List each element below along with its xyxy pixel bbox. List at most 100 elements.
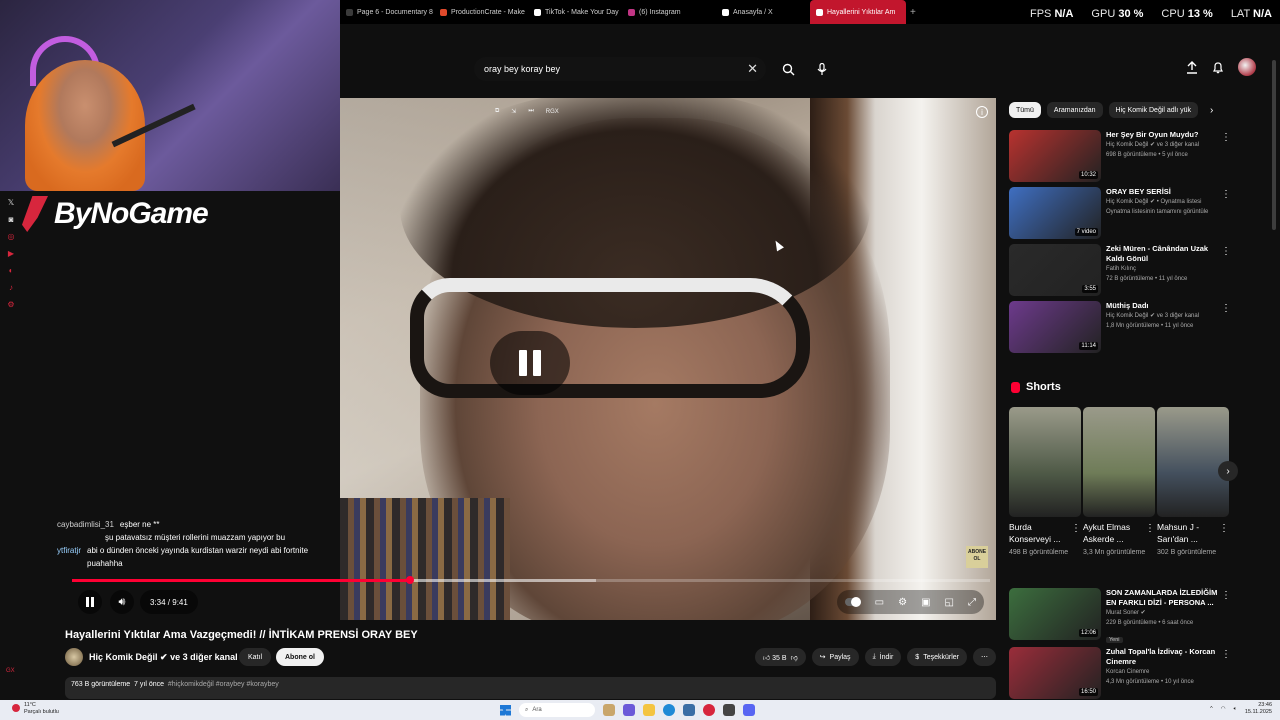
popout-icon[interactable]: ⇲: [511, 108, 516, 115]
filter-chip[interactable]: Tümü: [1009, 102, 1041, 118]
pip-icon[interactable]: ⧉: [495, 108, 499, 115]
video-channel[interactable]: Hiç Komik Değil ✔ ve 3 diğer kanal: [1106, 140, 1218, 150]
share-button[interactable]: ↪ Paylaş: [811, 648, 859, 666]
clear-search-icon[interactable]: ✕: [747, 61, 758, 77]
video-title[interactable]: Her Şey Bir Oyun Muydu?: [1106, 130, 1218, 140]
game-app-icon[interactable]: [723, 704, 735, 716]
video-title[interactable]: Zuhal Topal'la İzdivaç - Korcan Cinemre: [1106, 647, 1218, 667]
taskbar-search[interactable]: ⌕ Ara: [519, 703, 595, 717]
recommended-video[interactable]: 11:14 Müthiş Dadı Hiç Komik Değil ✔ ve 3 d…: [1009, 301, 1231, 353]
video-title[interactable]: ORAY BEY SERİSİ: [1106, 187, 1218, 197]
short-card[interactable]: Aykut Elmas Askerde ... 3,3 Mn görüntülem…: [1083, 407, 1155, 558]
video-player[interactable]: ⧉ ⇲ ⏭ RGX i ABONE OL: [340, 98, 996, 620]
video-channel[interactable]: Murat Soner ✔: [1106, 608, 1218, 618]
browser-tab[interactable]: Page 6 - Documentary 8: [340, 0, 434, 24]
short-title[interactable]: Burda Konserveyi ...: [1009, 521, 1069, 545]
new-tab-button[interactable]: +: [906, 7, 920, 18]
more-options-icon[interactable]: ⋮: [1221, 189, 1231, 200]
more-options-icon[interactable]: ⋮: [1221, 132, 1231, 143]
more-options-icon[interactable]: ⋮: [1219, 523, 1229, 534]
hashtags[interactable]: #hiçkomikdeğil #oraybey #koraybey: [168, 681, 279, 688]
recommended-video[interactable]: 10:32 Her Şey Bir Oyun Muydu? Hiç Komik De…: [1009, 130, 1231, 182]
recommended-video[interactable]: 12:06 SON ZAMANLARDA İZLEDİĞİM EN FARKLI …: [1009, 588, 1231, 643]
browser-tab[interactable]: ProductionCrate - Make: [434, 0, 528, 24]
filter-chip[interactable]: Aramanızdan: [1046, 102, 1103, 118]
channel-avatar[interactable]: [65, 648, 83, 666]
chevron-right-icon[interactable]: ›: [1210, 105, 1213, 116]
autoplay-toggle[interactable]: [844, 597, 861, 607]
filter-chip[interactable]: Hiç Komik Değil adlı yük: [1108, 102, 1199, 118]
browser-tab[interactable]: Hayallerini Yıktılar Am: [810, 0, 906, 24]
subscribe-watermark-badge[interactable]: ABONE OL: [966, 546, 988, 568]
description-box[interactable]: 763 B görüntüleme 7 yıl önce #hiçkomikde…: [65, 677, 996, 699]
short-card[interactable]: Mahsun J - Sarı'dan ... 302 B görüntüleme…: [1157, 407, 1229, 558]
short-thumbnail[interactable]: [1009, 407, 1081, 517]
more-options-icon[interactable]: ⋮: [1221, 649, 1231, 660]
fullscreen-icon[interactable]: ⤢: [968, 597, 976, 608]
clock[interactable]: 23:46 15.11.2025: [1245, 702, 1272, 716]
more-options-icon[interactable]: ⋮: [1221, 303, 1231, 314]
search-input[interactable]: oray bey koray bey ✕: [474, 57, 766, 81]
settings-gear-icon[interactable]: ⚙: [898, 597, 907, 608]
more-actions-button[interactable]: ⋯: [973, 648, 996, 666]
start-windows-icon[interactable]: [500, 704, 511, 716]
skip-icon[interactable]: ⏭: [528, 108, 533, 115]
more-options-icon[interactable]: ⋮: [1221, 246, 1231, 257]
short-title[interactable]: Mahsun J - Sarı'dan ...: [1157, 521, 1217, 545]
info-icon[interactable]: i: [976, 106, 988, 118]
browser-tab[interactable]: (6) Instagram: [622, 0, 716, 24]
browser-tab[interactable]: Anasayfa / X: [716, 0, 810, 24]
store-app-icon[interactable]: [683, 704, 695, 716]
weather-widget[interactable]: 11°C Parçalı bulutlu: [12, 702, 59, 716]
thanks-button[interactable]: $ Teşekkürler: [907, 648, 967, 666]
video-title[interactable]: Müthiş Dadı: [1106, 301, 1218, 311]
volume-tray-icon[interactable]: 🔈︎: [1234, 706, 1237, 713]
edge-app-icon[interactable]: [663, 704, 675, 716]
more-options-icon[interactable]: ⋮: [1221, 590, 1231, 601]
center-pause-button[interactable]: [490, 331, 570, 395]
video-thumbnail[interactable]: 3:55: [1009, 244, 1101, 296]
network-icon[interactable]: ◠: [1221, 706, 1226, 712]
channel-name[interactable]: Hiç Komik Değil ✔ ve 3 diğer kanal: [89, 652, 238, 663]
search-button[interactable]: [776, 57, 800, 81]
video-channel[interactable]: Hiç Komik Değil ✔ ve 3 diğer kanal: [1106, 311, 1218, 321]
more-options-icon[interactable]: ⋮: [1071, 523, 1081, 534]
more-options-icon[interactable]: ⋮: [1145, 523, 1155, 534]
video-thumbnail[interactable]: 12:06: [1009, 588, 1101, 640]
like-button[interactable]: 👍︎ 35 B: [763, 653, 787, 662]
volume-button[interactable]: 🔊︎: [110, 590, 134, 614]
short-card[interactable]: Burda Konserveyi ... 498 B görüntüleme ⋮: [1009, 407, 1081, 558]
dislike-button[interactable]: 👎︎: [791, 653, 798, 662]
discord-app-icon[interactable]: [743, 704, 755, 716]
file-explorer-app-icon[interactable]: [603, 704, 615, 716]
tray-chevron-icon[interactable]: ^: [1210, 706, 1213, 712]
join-button[interactable]: Katıl: [239, 648, 272, 666]
video-channel[interactable]: Korcan Cinemre: [1106, 667, 1218, 677]
video-thumbnail[interactable]: 7 video: [1009, 187, 1101, 239]
miniplayer-icon[interactable]: ▣: [921, 597, 930, 608]
recommended-video[interactable]: 16:50 Zuhal Topal'la İzdivaç - Korcan Cin…: [1009, 647, 1231, 699]
notifications-bell-icon[interactable]: [1212, 61, 1224, 74]
short-thumbnail[interactable]: [1083, 407, 1155, 517]
rgx-label[interactable]: RGX: [546, 109, 559, 115]
video-thumbnail[interactable]: 10:32: [1009, 130, 1101, 182]
cast-icon[interactable]: ◱: [945, 597, 954, 608]
short-title[interactable]: Aykut Elmas Askerde ...: [1083, 521, 1143, 545]
download-button[interactable]: ⤓ İndir: [864, 648, 902, 666]
video-title[interactable]: SON ZAMANLARDA İZLEDİĞİM EN FARKLI DİZİ …: [1106, 588, 1218, 608]
browser-tab[interactable]: TikTok - Make Your Day: [528, 0, 622, 24]
subtitles-icon[interactable]: ▭: [875, 597, 884, 608]
recommended-video[interactable]: 7 video ORAY BEY SERİSİ Hiç Komik Değil ✔ …: [1009, 187, 1231, 239]
video-title[interactable]: Zeki Müren - Cânândan Uzak Kaldı Gönül: [1106, 244, 1218, 264]
scrollbar-thumb[interactable]: [1272, 60, 1276, 230]
short-thumbnail[interactable]: [1157, 407, 1229, 517]
play-pause-button[interactable]: [78, 590, 102, 614]
copilot-app-icon[interactable]: [623, 704, 635, 716]
upload-icon[interactable]: [1186, 60, 1198, 74]
progress-scrubber[interactable]: [405, 576, 414, 584]
voice-search-button[interactable]: [810, 57, 834, 81]
recommended-video[interactable]: 3:55 Zeki Müren - Cânândan Uzak Kaldı Gön…: [1009, 244, 1231, 296]
shorts-next-button[interactable]: ›: [1218, 461, 1238, 481]
video-channel[interactable]: Hiç Komik Değil ✔ • Oynatma listesi: [1106, 197, 1218, 207]
video-channel[interactable]: Fatih Kılınç: [1106, 264, 1218, 274]
